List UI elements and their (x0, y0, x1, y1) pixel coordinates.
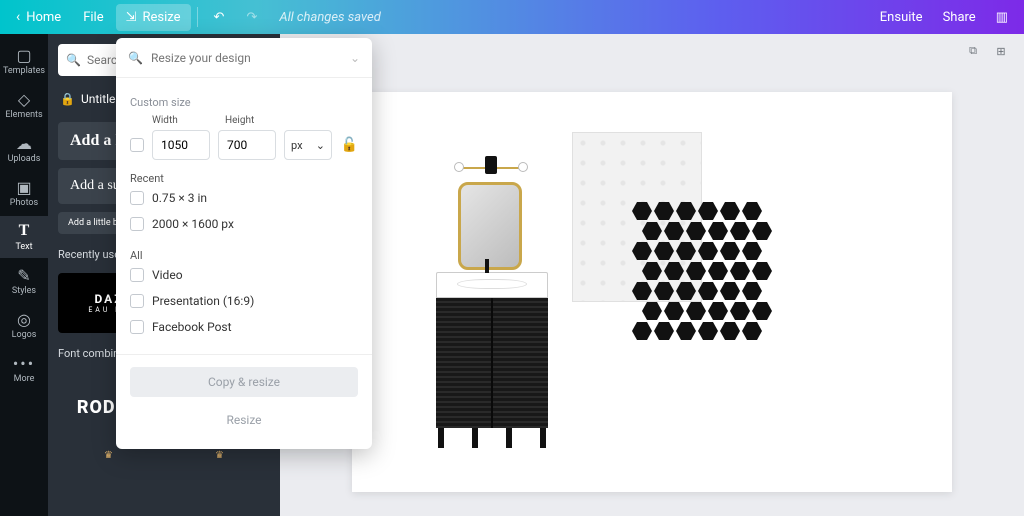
all-size-presentation[interactable]: Presentation (16:9) (130, 288, 358, 314)
canvas-element-vanity[interactable] (432, 272, 552, 448)
chevron-left-icon: ‹ (16, 9, 20, 25)
add-page-icon[interactable]: ⊞ (992, 42, 1010, 60)
stage-toolbar: ◔ 5.0s ⧉ ⊞ (280, 34, 1024, 68)
checkbox[interactable] (130, 268, 144, 282)
text-icon: T (15, 222, 33, 240)
templates-icon: ▢ (15, 46, 33, 64)
copy-and-resize-button[interactable]: Copy & resize (130, 367, 358, 397)
search-icon: 🔍 (128, 51, 143, 65)
width-input[interactable] (152, 130, 210, 160)
separator (197, 7, 198, 27)
rail-templates[interactable]: ▢Templates (0, 40, 48, 82)
canvas-element-hex-tile[interactable] (632, 202, 762, 322)
resize-popover: 🔍 ⌄ Custom size Width Height px⌄ 🔓 Recen… (116, 38, 372, 449)
height-input[interactable] (218, 130, 276, 160)
all-size-facebook[interactable]: Facebook Post (130, 314, 358, 340)
resize-search-input[interactable] (151, 51, 342, 65)
crown-icon: ♛ (58, 450, 159, 461)
custom-size-label: Custom size (130, 96, 358, 109)
width-label: Width (152, 115, 215, 126)
checkbox[interactable] (130, 217, 144, 231)
rail-uploads[interactable]: ☁Uploads (0, 128, 48, 170)
save-status: All changes saved (269, 4, 390, 31)
app-topbar: ‹ Home File ⇲ Resize ↶ ↷ All changes save… (0, 0, 1024, 34)
duplicate-page-icon[interactable]: ⧉ (964, 42, 982, 60)
redo-icon: ↷ (246, 10, 257, 25)
resize-search[interactable]: 🔍 ⌄ (116, 38, 372, 78)
recent-size-1[interactable]: 0.75 × 3 in (130, 185, 358, 211)
undo-button[interactable]: ↶ (204, 4, 235, 31)
resize-icon: ⇲ (126, 10, 137, 25)
design-canvas[interactable] (352, 92, 952, 492)
resize-menu[interactable]: ⇲ Resize (116, 4, 191, 31)
rail-styles[interactable]: ✎Styles (0, 260, 48, 302)
resize-label: Resize (143, 10, 181, 25)
redo-button[interactable]: ↷ (236, 4, 267, 31)
undo-icon: ↶ (214, 10, 225, 25)
search-icon: 🔍 (66, 53, 81, 67)
custom-size-checkbox[interactable] (130, 138, 144, 152)
checkbox[interactable] (130, 294, 144, 308)
styles-icon: ✎ (15, 266, 33, 284)
crown-icon: ♛ (169, 450, 270, 461)
rail-more[interactable]: •••More (0, 348, 48, 390)
checkbox[interactable] (130, 320, 144, 334)
canvas-stage: ◔ 5.0s ⧉ ⊞ (280, 34, 1024, 516)
tool-rail: ▢Templates ◇Elements ☁Uploads ▣Photos TT… (0, 34, 48, 516)
file-menu[interactable]: File (73, 4, 113, 31)
analytics-button[interactable]: ▥ (986, 4, 1018, 31)
photos-icon: ▣ (15, 178, 33, 196)
recent-size-2[interactable]: 2000 × 1600 px (130, 211, 358, 237)
canvas-element-sconce[interactable] (456, 152, 526, 174)
unit-select[interactable]: px⌄ (284, 130, 332, 160)
height-label: Height (225, 115, 288, 126)
back-button[interactable]: ‹ Home (6, 3, 71, 31)
all-sizes-label: All (130, 249, 358, 262)
lock-aspect-icon[interactable]: 🔓 (341, 137, 358, 153)
chart-icon: ▥ (996, 10, 1008, 25)
chevron-down-icon: ⌄ (316, 139, 325, 152)
uploads-icon: ☁ (15, 134, 33, 152)
home-label: Home (26, 10, 61, 25)
share-button[interactable]: Share (933, 4, 986, 31)
rail-elements[interactable]: ◇Elements (0, 84, 48, 126)
more-icon: ••• (15, 354, 33, 372)
rail-text[interactable]: TText (0, 216, 48, 258)
checkbox[interactable] (130, 191, 144, 205)
rail-logos[interactable]: ◎Logos (0, 304, 48, 346)
logos-icon: ◎ (15, 310, 33, 328)
lock-icon: 🔒 (60, 92, 75, 106)
all-size-video[interactable]: Video (130, 262, 358, 288)
recent-sizes-label: Recent (130, 172, 358, 185)
chevron-down-icon[interactable]: ⌄ (350, 51, 360, 65)
document-name[interactable]: Ensuite (870, 4, 933, 31)
resize-button[interactable]: Resize (130, 405, 358, 435)
rail-photos[interactable]: ▣Photos (0, 172, 48, 214)
elements-icon: ◇ (15, 90, 33, 108)
canvas-element-mirror[interactable] (458, 182, 522, 270)
